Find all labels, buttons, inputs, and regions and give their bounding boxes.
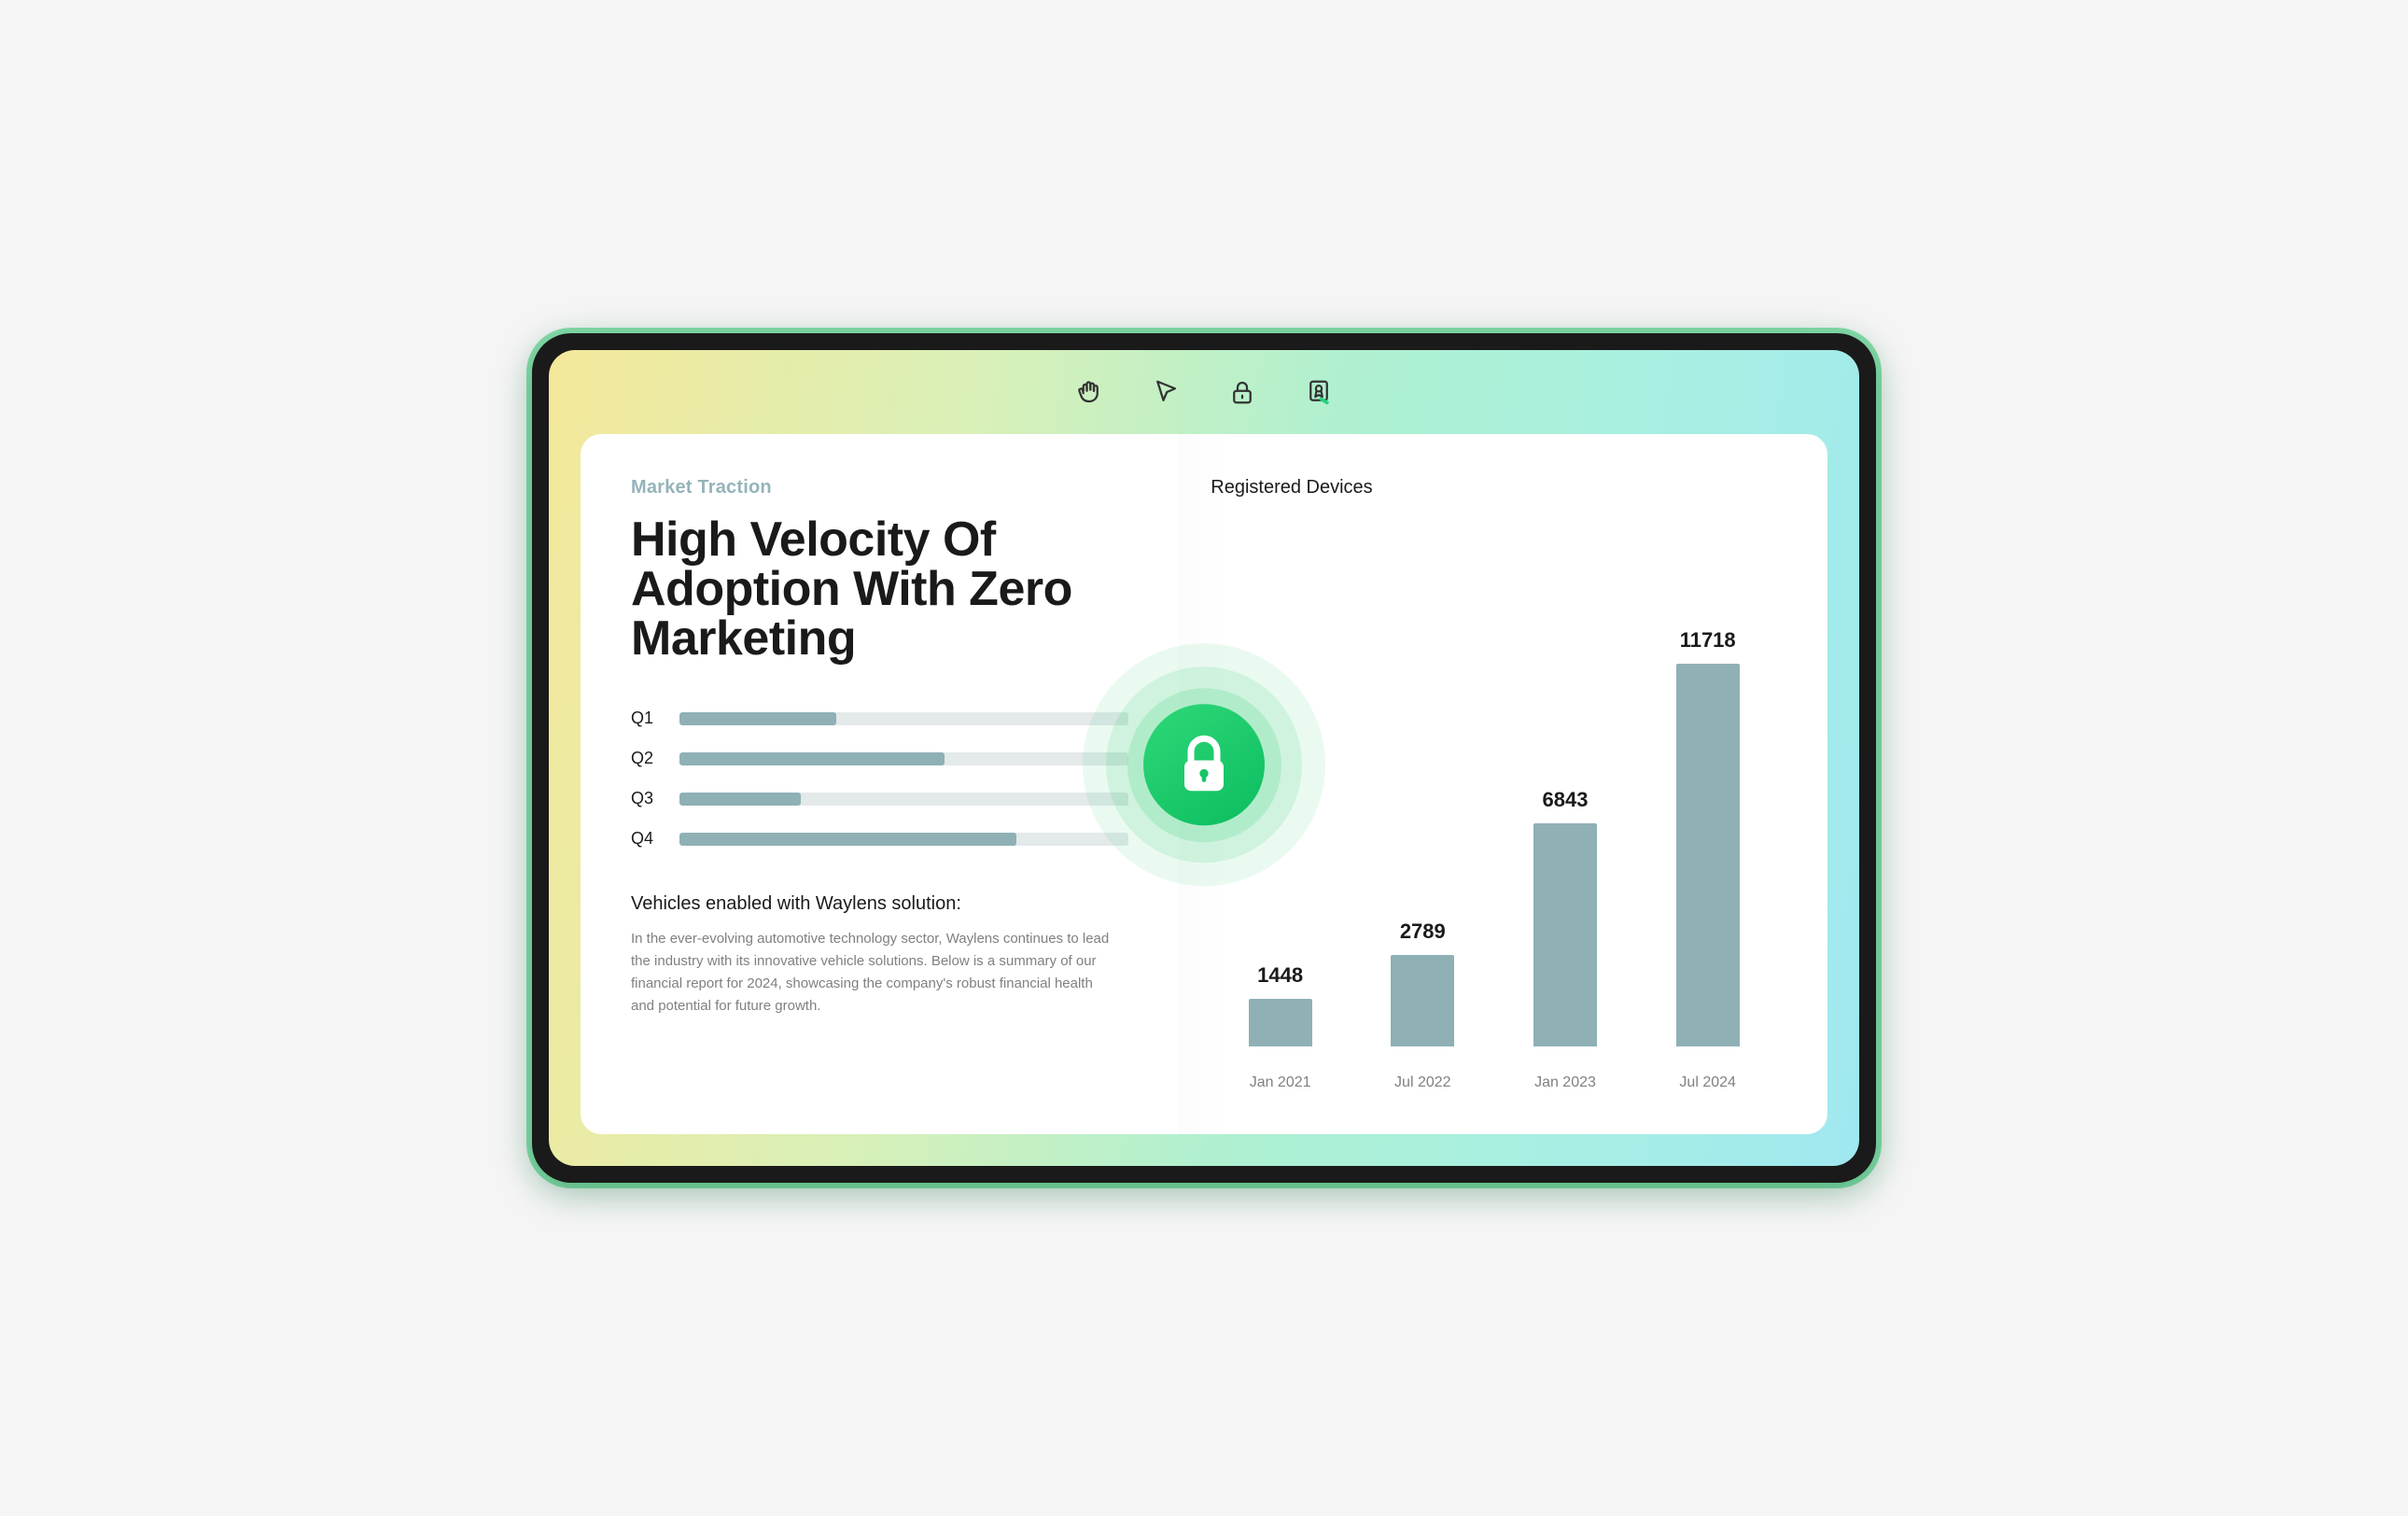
bar-rect — [1249, 999, 1312, 1046]
bar-category: Jul 2022 — [1394, 1074, 1451, 1091]
quarter-bar-track — [679, 712, 1128, 725]
toolbar — [549, 350, 1859, 434]
quarter-bar-track — [679, 793, 1128, 806]
bar-rect — [1391, 955, 1454, 1046]
tablet-screen: Market Traction High Velocity Of Adoptio… — [549, 350, 1859, 1166]
cursor-icon[interactable] — [1150, 376, 1182, 408]
content-card: Market Traction High Velocity Of Adoptio… — [581, 434, 1827, 1134]
quarter-bar-fill — [679, 712, 836, 725]
quarter-label: Q4 — [631, 829, 663, 849]
body-text: In the ever-evolving automotive technolo… — [631, 928, 1116, 1018]
right-pane: Registered Devices 1448 Jan 2021 2789 Ju… — [1179, 434, 1827, 1134]
bar-item: 2789 Jul 2022 — [1363, 919, 1483, 1091]
quarter-bar-fill — [679, 833, 1016, 846]
bar-category: Jul 2024 — [1679, 1074, 1736, 1091]
quarter-bar-fill — [679, 752, 945, 765]
bar-value: 11718 — [1680, 628, 1736, 653]
bar-item: 1448 Jan 2021 — [1220, 963, 1340, 1091]
left-pane: Market Traction High Velocity Of Adoptio… — [581, 434, 1179, 1134]
bar-category: Jan 2021 — [1250, 1074, 1311, 1091]
quarter-label: Q1 — [631, 709, 663, 728]
tablet-frame: Market Traction High Velocity Of Adoptio… — [532, 333, 1876, 1183]
bar-item: 11718 Jul 2024 — [1647, 628, 1768, 1091]
quarter-row: Q1 — [631, 709, 1128, 728]
quarter-row: Q2 — [631, 749, 1128, 768]
subheading: Vehicles enabled with Waylens solution: — [631, 893, 1128, 915]
hand-icon[interactable] — [1073, 376, 1105, 408]
bar-rect — [1533, 823, 1597, 1047]
bar-category: Jan 2023 — [1534, 1074, 1596, 1091]
quarter-bar-track — [679, 833, 1128, 846]
bar-value: 2789 — [1400, 919, 1446, 944]
chart-title: Registered Devices — [1211, 477, 1777, 498]
lock-icon[interactable] — [1226, 376, 1258, 408]
quarter-bar-track — [679, 752, 1128, 765]
quarter-bar-fill — [679, 793, 801, 806]
bar-value: 1448 — [1257, 963, 1303, 988]
quarters-chart: Q1 Q2 Q3 — [631, 709, 1128, 849]
page-title: High Velocity Of Adoption With Zero Mark… — [631, 515, 1128, 664]
bar-item: 6843 Jan 2023 — [1505, 788, 1626, 1092]
quarter-row: Q3 — [631, 789, 1128, 808]
quarter-label: Q3 — [631, 789, 663, 808]
certificate-icon[interactable] — [1303, 376, 1335, 408]
quarter-row: Q4 — [631, 829, 1128, 849]
registered-devices-chart: 1448 Jan 2021 2789 Jul 2022 6843 Jan 202… — [1211, 526, 1777, 1091]
bar-rect — [1676, 664, 1740, 1046]
eyebrow-label: Market Traction — [631, 477, 1128, 498]
bar-value: 6843 — [1543, 788, 1589, 812]
quarter-label: Q2 — [631, 749, 663, 768]
